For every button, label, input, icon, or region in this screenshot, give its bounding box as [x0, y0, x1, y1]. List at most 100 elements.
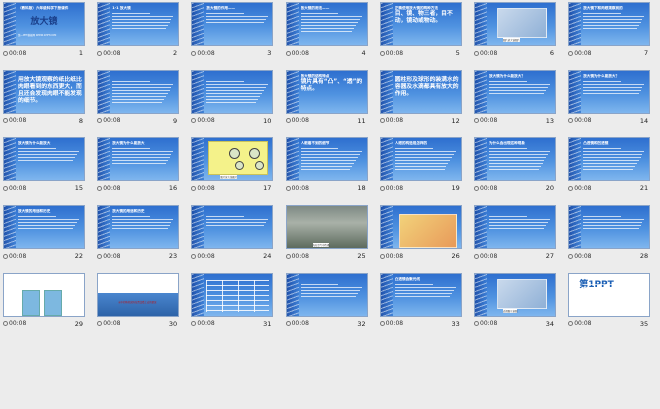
slide-preview[interactable] [191, 272, 274, 317]
slide-preview[interactable] [474, 205, 556, 250]
slide-thumbnail-31[interactable]: 00:08 31 [191, 272, 274, 331]
clock-icon [568, 185, 574, 191]
clock-icon [568, 50, 574, 56]
slide-thumbnail-19[interactable]: 人眼的构造是怎样的 00:08 19 [379, 137, 462, 195]
slide-preview[interactable]: 凸透镜会聚光线 [379, 272, 462, 317]
clock-icon [568, 321, 574, 327]
clock-icon [3, 50, 8, 56]
slide-thumbnail-10[interactable]: 00:08 10 [191, 69, 274, 128]
slide-preview[interactable]: （教科版）六年级科学下册课件 放大镜 第一PPT模板网 WWW.1PPT.COM [3, 2, 85, 46]
slide-thumbnail-7[interactable]: 放大镜下和肉眼观察到的 00:08 7 [568, 2, 651, 60]
text-lines [18, 216, 81, 231]
slide-preview[interactable]: 图片放大镜图片 [474, 2, 556, 46]
text-line [583, 225, 641, 227]
slide-thumbnail-33[interactable]: 凸透镜会聚光线 00:08 33 [379, 272, 462, 331]
text-line [394, 283, 433, 285]
slide-preview[interactable] [379, 205, 462, 250]
slide-thumbnail-15[interactable]: 放大镜为什么能放大 00:08 15 [3, 137, 85, 195]
slide-preview[interactable] [285, 272, 368, 317]
slide-thumbnail-25[interactable]: 光在空气中传播 00:08 25 [285, 205, 368, 263]
slide-thumbnail-6[interactable]: 图片放大镜图片 00:08 6 [474, 2, 556, 60]
slide-preview[interactable]: 放大镜为什么能放大？ [474, 69, 556, 114]
slide-preview[interactable] [97, 69, 180, 114]
slide-preview[interactable]: 1-1 放大镜 [97, 2, 180, 46]
slide-meta: 00:08 22 [3, 251, 85, 261]
slide-preview[interactable]: 人眼的构造是怎样的 [379, 137, 462, 182]
slide-thumbnail-2[interactable]: 1-1 放大镜 00:08 2 [97, 2, 180, 60]
slide-preview[interactable]: 放大镜为什么能放大 [97, 137, 180, 182]
slide-thumbnail-18[interactable]: 人眼看不到的细节 00:08 18 [285, 137, 368, 195]
slide-preview[interactable]: 放大镜的用法—— [285, 2, 368, 46]
slide-thumbnail-32[interactable]: 00:08 32 [285, 272, 368, 331]
slide-timing: 00:08 [574, 49, 592, 57]
text-lines [206, 80, 269, 105]
text-line [206, 216, 245, 218]
text-line [300, 157, 358, 159]
slide-thumbnail-20[interactable]: 为什么会出现这种现象 00:08 20 [474, 137, 556, 195]
slide-thumbnail-4[interactable]: 放大镜的用法—— 00:08 4 [285, 2, 368, 60]
slide-thumbnail-26[interactable]: 00:08 26 [379, 205, 462, 263]
text-line [112, 80, 150, 82]
slide-thumbnail-17[interactable]: 图片放大镜图片 00:08 17 [191, 137, 274, 195]
slide-thumbnail-5[interactable]: 正确使用放大镜的两种方法 目、镜、物三者，目不动，镜动或物动。 00:08 5 [379, 2, 462, 60]
slide-thumbnail-13[interactable]: 放大镜为什么能放大？ 00:08 13 [474, 69, 556, 128]
slide-preview[interactable]: 放大镜为什么能放大 [3, 137, 85, 182]
slide-thumbnail-30[interactable]: 水中的鱼的实际位置比看上去的要深 00:08 30 [97, 272, 180, 331]
slide-thumbnail-3[interactable]: 放大镜的作用—— 00:08 3 [191, 2, 274, 60]
slide-preview[interactable] [191, 205, 274, 250]
slide-thumbnail-29[interactable]: 00:08 29 [3, 272, 85, 331]
slide-preview[interactable]: 放大镜的用途和历史 [97, 205, 180, 250]
slide-preview[interactable]: 人眼看不到的细节 [285, 137, 368, 182]
slide-thumbnail-35[interactable]: 第1PPT 00:08 35 [568, 272, 651, 331]
slide-title: 凸透镜和凹透镜 [583, 141, 609, 146]
slide-thumbnail-22[interactable]: 放大镜的用途和历史 00:08 22 [3, 205, 85, 263]
slide-preview[interactable] [3, 272, 85, 317]
text-line [583, 228, 639, 230]
text-line [583, 154, 643, 156]
slide-meta: 00:08 11 [285, 116, 368, 126]
text-line [300, 295, 357, 297]
slide-thumbnail-8[interactable]: 用放大镜观察的纸比纸比肉眼看到的东西更大，而且还会发现肉眼不能发现的细节。 00:… [3, 69, 85, 128]
slide-preview[interactable]: 放大镜的作用—— [191, 2, 274, 46]
slide-preview[interactable]: 放大镜下和肉眼观察到的 [568, 2, 651, 46]
slide-preview[interactable]: 第1PPT [568, 272, 651, 317]
slide-preview[interactable]: 正确使用放大镜的两种方法 目、镜、物三者，目不动，镜动或物动。 [379, 2, 462, 46]
slide-thumbnail-12[interactable]: 圆柱形及球形的装满水的容器及水滴都具有放大的作用。 00:08 12 [379, 69, 462, 128]
clock-icon [97, 253, 103, 259]
text-line [394, 166, 447, 168]
slide-thumbnail-21[interactable]: 凸透镜和凹透镜 00:08 21 [568, 137, 651, 195]
slide-preview[interactable]: 放大镜的用途和历史 [3, 205, 85, 250]
slide-preview[interactable]: 为什么会出现这种现象 [474, 137, 556, 182]
slide-thumbnail-14[interactable]: 放大镜为什么能放大？ 00:08 14 [568, 69, 651, 128]
slide-thumbnail-16[interactable]: 放大镜为什么能放大 00:08 16 [97, 137, 180, 195]
text-line [206, 98, 259, 100]
text-line [583, 22, 641, 23]
text-lines [583, 283, 646, 299]
slide-meta: 00:08 1 [3, 48, 85, 58]
slide-preview[interactable]: 用放大镜观察的纸比纸比肉眼看到的东西更大，而且还会发现肉眼不能发现的细节。 [3, 69, 85, 114]
slide-number: 24 [263, 252, 272, 261]
text-line [489, 163, 543, 165]
slide-preview[interactable]: 凸透镜和凹透镜 [568, 137, 651, 182]
slide-thumbnail-24[interactable]: 00:08 24 [191, 205, 274, 263]
slide-thumbnail-34[interactable]: 近视眼示意图 00:08 34 [474, 272, 556, 331]
slide-preview[interactable] [191, 69, 274, 114]
slide-preview[interactable]: 放大镜为什么能放大？ [568, 69, 651, 114]
slide-timing: 00:08 [574, 320, 592, 328]
slide-preview[interactable]: 近视眼示意图 [474, 272, 556, 317]
slide-thumbnail-1[interactable]: （教科版）六年级科学下册课件 放大镜 第一PPT模板网 WWW.1PPT.COM 00… [3, 2, 85, 60]
slide-preview[interactable]: 光在空气中传播 [285, 205, 368, 250]
slide-preview[interactable]: 放大镜的结构特点 镜片具有“凸”、“透”的特点。 [285, 69, 368, 114]
text-lines [112, 148, 175, 166]
slide-preview[interactable] [568, 205, 651, 250]
slide-thumbnail-9[interactable]: 00:08 9 [97, 69, 180, 128]
slide-thumbnail-28[interactable]: 00:08 28 [568, 205, 651, 263]
slide-preview[interactable]: 图片放大镜图片 [191, 137, 274, 182]
slide-thumbnail-11[interactable]: 放大镜的结构特点 镜片具有“凸”、“透”的特点。 00:08 11 [285, 69, 368, 128]
slide-timing: 00:08 [9, 49, 27, 57]
slide-preview[interactable]: 圆柱形及球形的装满水的容器及水滴都具有放大的作用。 [379, 69, 462, 114]
dna-helix-decoration [4, 206, 16, 249]
slide-thumbnail-27[interactable]: 00:08 27 [474, 205, 556, 263]
slide-thumbnail-23[interactable]: 放大镜的用途和历史 00:08 23 [97, 205, 180, 263]
slide-preview[interactable]: 水中的鱼的实际位置比看上去的要深 [97, 272, 180, 317]
